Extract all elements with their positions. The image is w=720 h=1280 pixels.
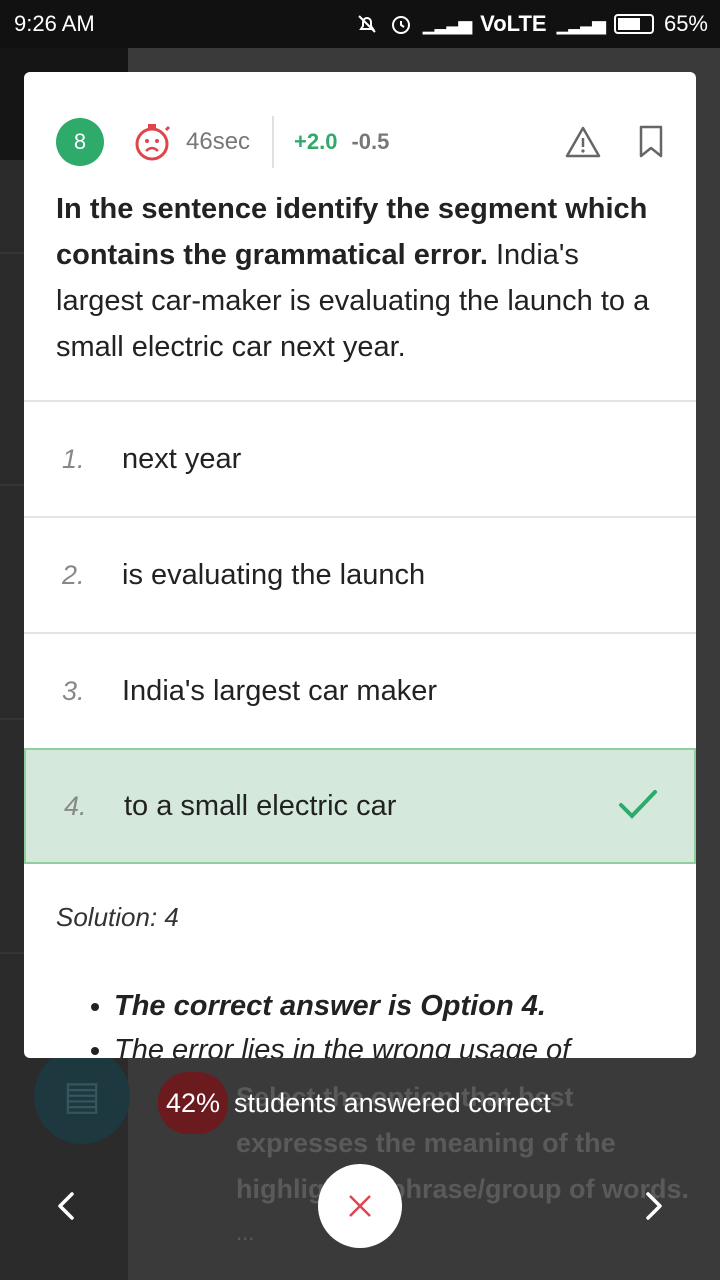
solution-bullets: The correct answer is Option 4. The erro…: [114, 984, 654, 1058]
question-text: In the sentence identify the segment whi…: [56, 186, 656, 370]
next-arrow-icon[interactable]: [642, 1188, 666, 1224]
network-type: VoLTE: [480, 11, 547, 36]
option-text: is evaluating the launch: [122, 558, 426, 591]
correct-percentage-label: students answered correct: [234, 1087, 551, 1118]
meta-divider: [272, 116, 275, 168]
sad-timer-icon: [135, 124, 171, 161]
option-text: India's largest car maker: [122, 674, 437, 707]
status-icons: ▁▂▃▅ VoLTE ▁▂▃▅ 65%: [355, 11, 708, 37]
option-1[interactable]: 1. next year: [24, 400, 696, 516]
notes-fab-icon[interactable]: ▤: [34, 1048, 130, 1144]
option-number: 2.: [62, 559, 85, 590]
option-text: next year: [122, 442, 242, 475]
alarm-icon: [391, 16, 410, 34]
positive-marks: +2.0: [294, 129, 338, 154]
correct-percentage: 42%: [158, 1072, 229, 1134]
close-icon: [349, 1195, 371, 1217]
option-text: to a small electric car: [124, 789, 397, 822]
report-warning-icon[interactable]: [564, 125, 602, 159]
option-number: 4.: [64, 790, 87, 821]
notifications-off-icon: [358, 15, 376, 33]
correct-percentage-chip: 42% students answered correct: [158, 1072, 551, 1134]
option-4-correct[interactable]: 4. to a small electric car: [24, 748, 696, 864]
signal-icon-2: ▁▂▃▅: [556, 13, 606, 34]
solution-bullet: The correct answer is Option 4.: [114, 984, 654, 1028]
options-list: 1. next year 2. is evaluating the launch…: [24, 400, 696, 864]
option-3[interactable]: 3. India's largest car maker: [24, 632, 696, 748]
battery-icon: [613, 14, 654, 34]
checkmark-icon: [619, 790, 657, 819]
status-time: 9:26 AM: [14, 11, 95, 36]
option-2[interactable]: 2. is evaluating the launch: [24, 516, 696, 632]
bookmark-icon[interactable]: [638, 125, 664, 159]
signal-icon: ▁▂▃▅: [422, 13, 472, 34]
option-number: 1.: [62, 443, 85, 474]
solution-label: Solution: 4: [56, 902, 179, 932]
background-ellipsis: ...: [236, 1220, 255, 1245]
solution-bullet: The error lies in the wrong usage of: [114, 1028, 654, 1058]
question-number-badge: 8: [56, 118, 104, 166]
question-card: 8 46sec +2.0 -0.5 In the sentence identi…: [24, 72, 696, 1058]
battery-percent: 65%: [663, 11, 708, 36]
time-taken: 46sec: [186, 128, 251, 155]
status-bar: 9:26 AM ▁▂▃▅ VoLTE ▁▂▃▅ 65%: [0, 0, 720, 48]
question-meta: 8 46sec +2.0 -0.5: [56, 116, 664, 168]
previous-arrow-icon[interactable]: [54, 1188, 78, 1224]
negative-marks: -0.5: [351, 129, 390, 154]
close-button[interactable]: [318, 1164, 402, 1248]
option-number: 3.: [62, 675, 85, 706]
